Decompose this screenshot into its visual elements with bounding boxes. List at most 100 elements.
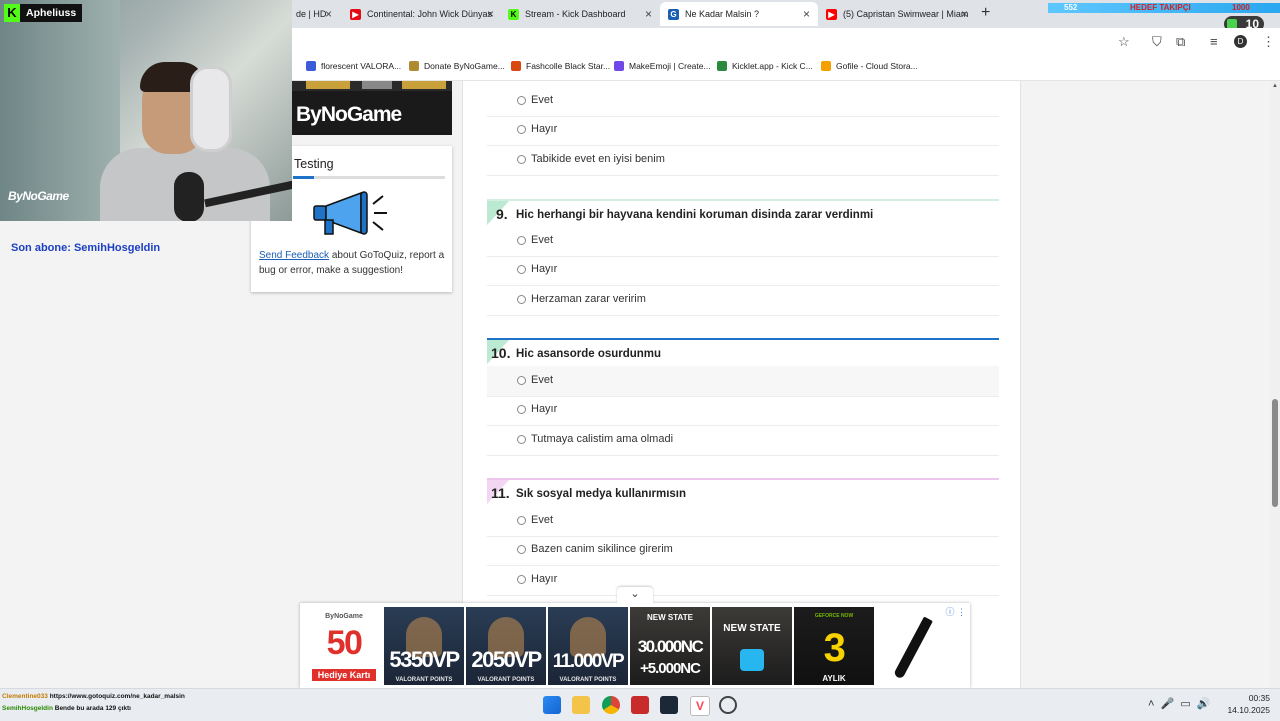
radio-button[interactable] bbox=[517, 236, 526, 245]
bookmark-fashcolle[interactable]: Fashcolle Black Star... bbox=[511, 61, 610, 71]
bookmark-icon bbox=[306, 61, 316, 71]
option-label: Evet bbox=[531, 514, 554, 526]
tab-kick-dashboard[interactable]: K Stream - Kick Dashboard × bbox=[500, 2, 660, 26]
tab-label: (5) Capristan Swimwear | Miam bbox=[843, 9, 969, 19]
shield-icon[interactable]: ⛉ bbox=[1152, 34, 1162, 50]
ad-card[interactable]: GEFORCE NOW 3 AYLIK bbox=[794, 607, 874, 685]
system-tray-icons[interactable]: ˄ 🎤 ▭ 🔊 bbox=[1148, 697, 1211, 710]
card-value: 2050VP bbox=[471, 647, 542, 672]
media-icon[interactable]: ≡ bbox=[1210, 34, 1218, 49]
windows-taskbar: Clementine033 https://www.gotoquiz.com/n… bbox=[0, 688, 1280, 721]
system-clock[interactable]: 00:35 14.10.2025 bbox=[1226, 692, 1270, 716]
card-caption: AYLIK bbox=[822, 674, 846, 683]
card-caption: VALORANT POINTS bbox=[477, 677, 535, 683]
steam-icon[interactable] bbox=[660, 696, 678, 714]
quiz-panel: Evet Hayır Tabikide evet en iyisi benim … bbox=[462, 81, 1021, 688]
tab-hd[interactable]: de | HD × bbox=[288, 2, 340, 26]
chat-message: Bende bu arada 129 çıktı bbox=[54, 705, 131, 712]
menu-icon[interactable]: ⋮ bbox=[1262, 34, 1275, 50]
chat-line: Clementine033 https://www.gotoquiz.com/n… bbox=[2, 691, 185, 703]
question-text: Hic herhangi bir hayvana kendini koruman… bbox=[516, 209, 874, 221]
bookmark-donate[interactable]: Donate ByNoGame... bbox=[409, 61, 505, 71]
close-icon[interactable]: × bbox=[325, 7, 332, 21]
quiz-option[interactable]: Bazen canim sikilince girerim bbox=[487, 535, 999, 566]
ad-card[interactable]: ByNoGame 50 Hediye Kartı bbox=[304, 607, 384, 685]
radio-button[interactable] bbox=[517, 295, 526, 304]
progress-fill bbox=[293, 176, 315, 179]
radio-button[interactable] bbox=[517, 516, 526, 525]
radio-button[interactable] bbox=[517, 575, 526, 584]
tab-label: Ne Kadar Malsin ? bbox=[685, 9, 760, 19]
card-value: 30.000NC bbox=[637, 637, 704, 656]
quiz-option[interactable]: Herzaman zarar veririm bbox=[487, 285, 999, 316]
bookmark-makeemoji[interactable]: MakeEmoji | Create... bbox=[614, 61, 711, 71]
page-scrollbar[interactable]: ▲ bbox=[1270, 81, 1280, 688]
valorant-icon[interactable]: V bbox=[690, 696, 710, 716]
app-icon[interactable] bbox=[631, 696, 649, 714]
scrollbar-thumb[interactable] bbox=[1272, 399, 1278, 507]
profile-avatar[interactable]: D bbox=[1234, 35, 1247, 48]
chrome-icon[interactable] bbox=[602, 696, 620, 714]
bookmark-icon bbox=[821, 61, 831, 71]
scroll-up-icon[interactable]: ▲ bbox=[1272, 83, 1278, 89]
radio-button[interactable] bbox=[517, 96, 526, 105]
windows-start-icon[interactable] bbox=[543, 696, 561, 714]
quiz-option[interactable]: Hayır bbox=[487, 565, 999, 596]
bookmark-valorant[interactable]: florescent VALORA... bbox=[306, 61, 401, 71]
option-label: Evet bbox=[531, 374, 554, 386]
radio-button[interactable] bbox=[517, 405, 526, 414]
bookmark-icon bbox=[614, 61, 624, 71]
question-number: 9. bbox=[496, 206, 508, 222]
follower-goal-bar: 552 HEDEF TAKIPÇI 1000 bbox=[1048, 3, 1280, 13]
quiz-option[interactable]: Tutmaya calistim ama olmadi bbox=[487, 425, 999, 456]
tab-ne-kadar-malsin[interactable]: G Ne Kadar Malsin ? × bbox=[660, 2, 818, 26]
bookmark-label: Fashcolle Black Star... bbox=[526, 61, 611, 71]
radio-button[interactable] bbox=[517, 265, 526, 274]
chevron-down-icon[interactable]: ⌄ bbox=[617, 587, 653, 603]
ad-card[interactable]: NEW STATE bbox=[712, 607, 792, 685]
radio-button[interactable] bbox=[517, 376, 526, 385]
ad-card[interactable]: NEW STATE 30.000NC +5.000NC bbox=[630, 607, 710, 685]
quiz-option[interactable]: Evet bbox=[487, 226, 999, 257]
chat-user: SemihHosgeldin bbox=[2, 705, 53, 712]
ad-card[interactable]: 2050VP VALORANT POINTS bbox=[466, 607, 546, 685]
send-feedback-link[interactable]: Send Feedback bbox=[259, 250, 329, 261]
ad-card[interactable]: 5350VP VALORANT POINTS bbox=[384, 607, 464, 685]
star-icon[interactable]: ☆ bbox=[1118, 34, 1130, 50]
extensions-icon[interactable]: ⧉ bbox=[1176, 34, 1185, 50]
close-icon[interactable]: × bbox=[645, 7, 652, 21]
radio-button[interactable] bbox=[517, 435, 526, 444]
quiz-option[interactable]: Tabikide evet en iyisi benim bbox=[487, 145, 999, 176]
folder-icon[interactable] bbox=[572, 696, 590, 714]
info-icon[interactable]: ⓘ ⋮ bbox=[945, 605, 966, 618]
cam-brand-logo: ByNoGame bbox=[8, 189, 69, 203]
close-icon[interactable]: × bbox=[803, 7, 810, 21]
bookmark-gofile[interactable]: Gofile - Cloud Stora... bbox=[821, 61, 918, 71]
close-icon[interactable]: × bbox=[487, 7, 494, 21]
quiz-option[interactable]: Evet bbox=[487, 86, 999, 117]
headphones bbox=[190, 66, 232, 152]
radio-button[interactable] bbox=[517, 155, 526, 164]
bookmark-kicklet[interactable]: Kicklet.app - Kick C... bbox=[717, 61, 813, 71]
close-icon[interactable]: × bbox=[961, 7, 968, 21]
sidebar-banner: ByNoGame bbox=[292, 81, 452, 135]
quiz-option[interactable]: Evet bbox=[487, 366, 999, 397]
tab-continental[interactable]: ▶ Continental: John Wick Dünyas × bbox=[342, 2, 502, 26]
option-label: Evet bbox=[531, 94, 554, 106]
option-label: Evet bbox=[531, 234, 554, 246]
quiz-option[interactable]: Hayır bbox=[487, 395, 999, 426]
settings-icon[interactable] bbox=[719, 696, 737, 714]
radio-button[interactable] bbox=[517, 545, 526, 554]
microphone bbox=[174, 172, 204, 221]
chat-user: Clementine033 bbox=[2, 693, 48, 700]
bookmark-label: MakeEmoji | Create... bbox=[629, 61, 711, 71]
ad-card[interactable]: 11.000VP VALORANT POINTS bbox=[548, 607, 628, 685]
radio-button[interactable] bbox=[517, 125, 526, 134]
tab-capristan[interactable]: ▶ (5) Capristan Swimwear | Miam × bbox=[818, 2, 976, 26]
question-text: Sık sosyal medya kullanırmısın bbox=[516, 488, 687, 500]
ad-banner[interactable]: ⌄ ByNoGame 50 Hediye Kartı 5350VP VALORA… bbox=[300, 587, 970, 688]
quiz-option[interactable]: Evet bbox=[487, 506, 999, 537]
plus-icon[interactable]: + bbox=[981, 4, 990, 22]
quiz-option[interactable]: Hayır bbox=[487, 255, 999, 286]
quiz-option[interactable]: Hayır bbox=[487, 115, 999, 146]
